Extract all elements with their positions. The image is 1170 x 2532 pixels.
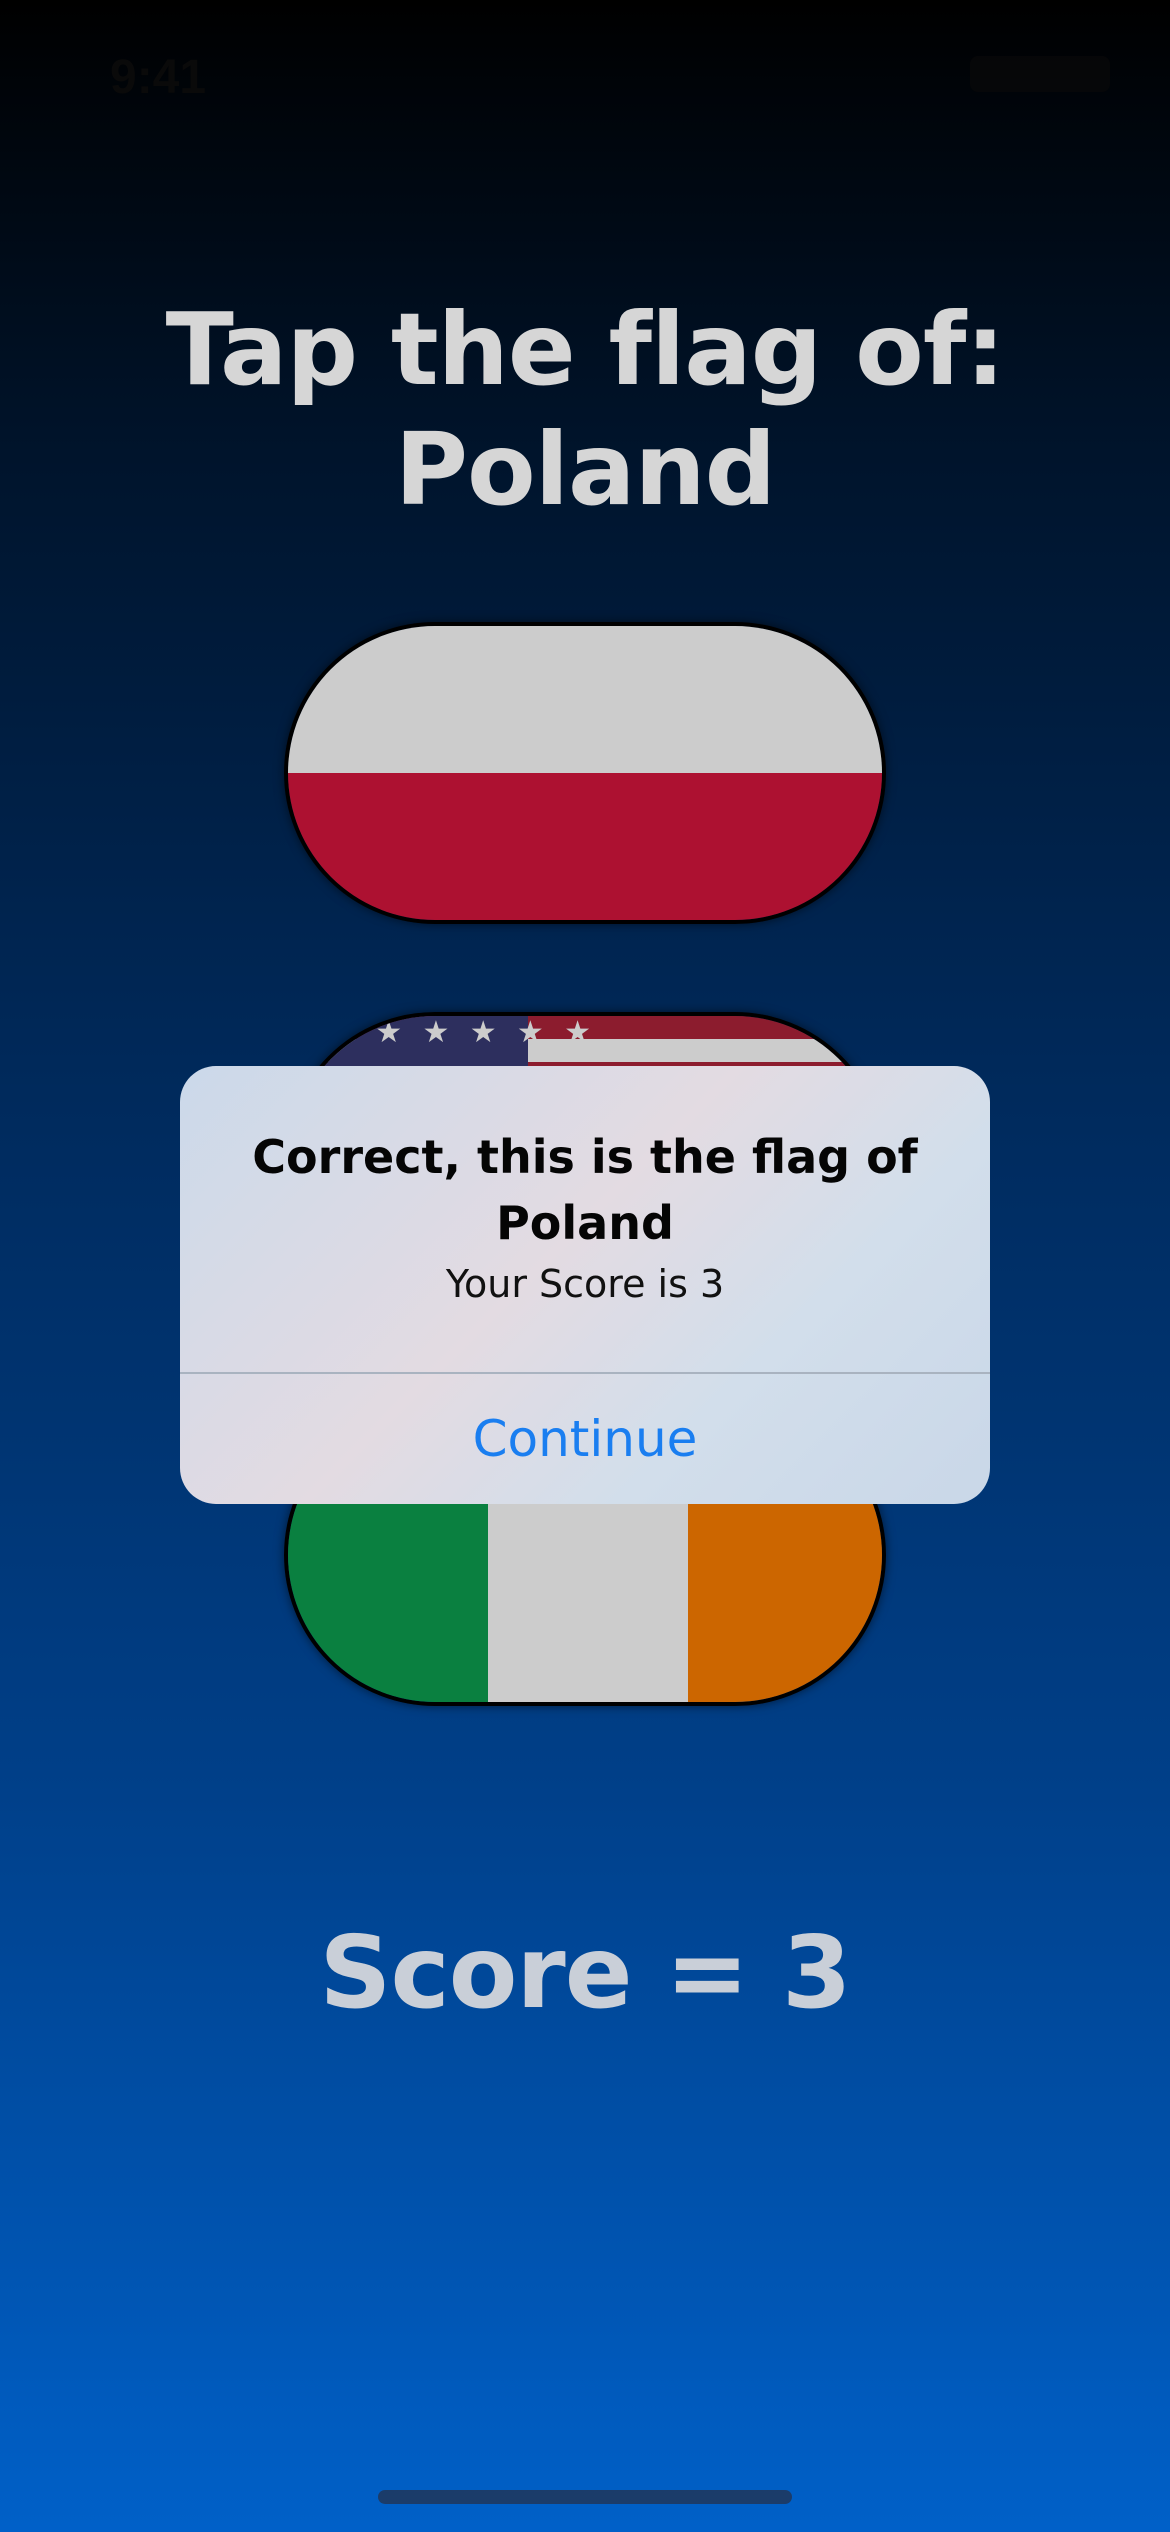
- target-country: Poland: [394, 411, 777, 528]
- status-time: 9:41: [110, 51, 207, 104]
- alert-message: Your Score is 3: [445, 1262, 725, 1306]
- battery-icon: [970, 56, 1110, 92]
- page-title: Tap the flag of: Poland: [0, 290, 1170, 530]
- result-alert: Correct, this is the flag of Poland Your…: [180, 1066, 990, 1504]
- prompt-line: Tap the flag of:: [165, 291, 1006, 408]
- home-indicator[interactable]: [378, 2490, 792, 2504]
- poland-flag-red-band: [288, 773, 882, 920]
- continue-button[interactable]: Continue: [180, 1374, 990, 1504]
- poland-flag-white-band: [288, 626, 882, 773]
- stars-icon: ★ ★ ★ ★ ★ ★: [328, 1016, 598, 1049]
- status-bar: 9:41: [0, 0, 1170, 140]
- flag-button-poland[interactable]: [284, 622, 886, 924]
- score-label: Score = 3: [319, 1914, 851, 2031]
- alert-title: Correct, this is the flag of Poland: [252, 1130, 918, 1250]
